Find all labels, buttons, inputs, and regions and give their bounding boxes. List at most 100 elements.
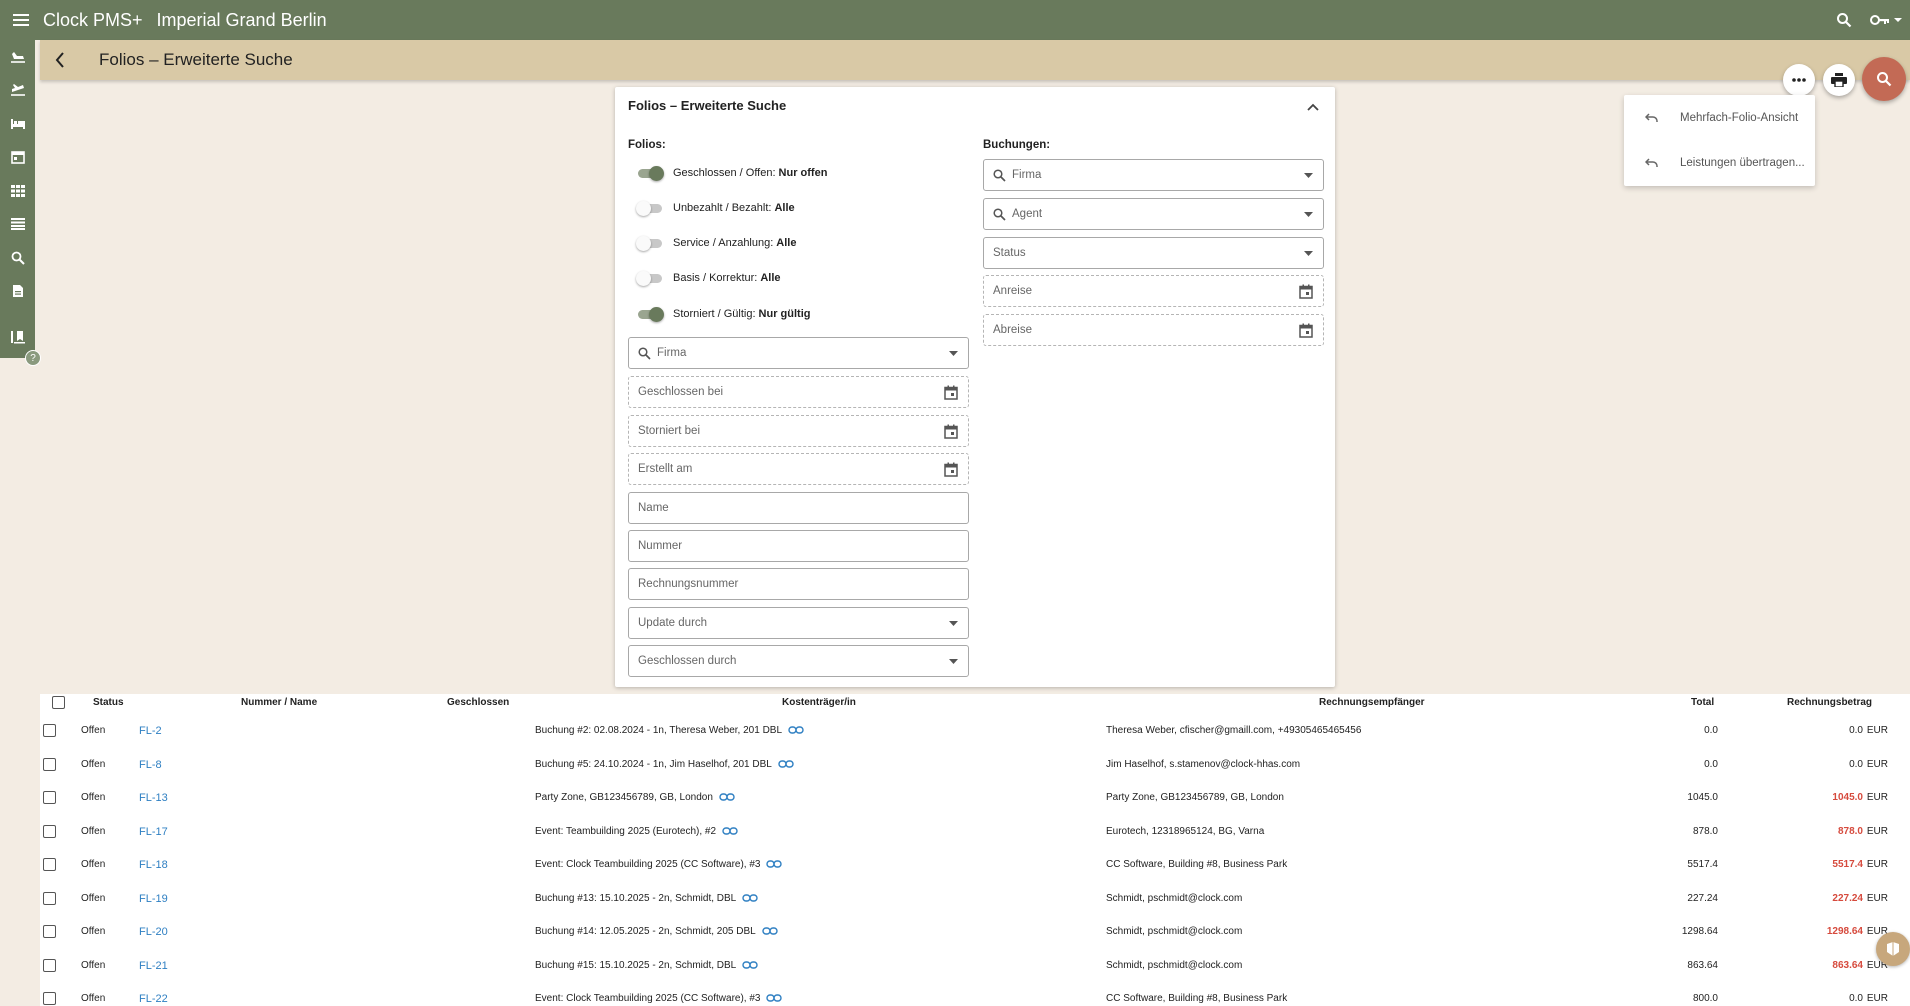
row-checkbox[interactable]: [43, 958, 56, 972]
column-header-number-name[interactable]: Nummer / Name: [241, 697, 317, 708]
toggle-switch[interactable]: [636, 236, 664, 251]
search-icon[interactable]: [0, 241, 35, 275]
cancelled-at-date-field[interactable]: Storniert bei: [628, 415, 969, 447]
folio-number-link[interactable]: FL-19: [139, 893, 168, 905]
row-status: Offen: [81, 758, 106, 770]
folio-number-link[interactable]: FL-13: [139, 792, 168, 804]
select-all-checkbox[interactable]: [52, 696, 65, 709]
row-checkbox[interactable]: [43, 925, 56, 938]
toggle-unpaid-paid[interactable]: Unbezahlt / Bezahlt: Alle: [636, 198, 795, 218]
toggle-switch[interactable]: [636, 271, 664, 286]
row-checkbox[interactable]: [43, 858, 56, 871]
updated-by-select[interactable]: Update durch: [628, 607, 969, 639]
invoice-number-field[interactable]: Rechnungsnummer: [628, 568, 969, 600]
link-icon[interactable]: [742, 961, 758, 969]
help-icon[interactable]: ?: [25, 350, 41, 366]
table-row[interactable]: Offen FL-22 Event: Clock Teambuilding 2025…: [40, 982, 1910, 1006]
departure-date-field[interactable]: Abreise: [983, 314, 1324, 346]
link-icon[interactable]: [722, 827, 738, 835]
link-icon[interactable]: [762, 927, 778, 936]
column-header-closed[interactable]: Geschlossen: [447, 697, 509, 708]
key-menu-icon[interactable]: [1862, 0, 1910, 40]
folio-number-link[interactable]: FL-2: [139, 725, 162, 737]
search-fab-button[interactable]: [1862, 57, 1906, 101]
rooms-icon[interactable]: [0, 107, 35, 141]
table-row[interactable]: Offen FL-17 Event: Teambuilding 2025 (Euro…: [40, 815, 1910, 849]
toggle-base-correction[interactable]: Basis / Korrektur: Alle: [636, 268, 781, 288]
calendar-icon[interactable]: [944, 462, 958, 477]
more-options-button[interactable]: [1783, 64, 1815, 96]
column-header-payer[interactable]: Kostenträger/in: [782, 697, 856, 708]
folio-number-link[interactable]: FL-18: [139, 859, 168, 871]
toggle-cancelled-valid[interactable]: Storniert / Gültig: Nur gültig: [636, 304, 810, 324]
row-checkbox[interactable]: [43, 791, 56, 804]
calendar-icon[interactable]: [944, 385, 958, 400]
table-row[interactable]: Offen FL-13 Party Zone, GB123456789, GB, L…: [40, 781, 1910, 815]
menu-item-transfer-services[interactable]: Leistungen übertragen...: [1624, 140, 1815, 185]
table-row[interactable]: Offen FL-20 Buchung #14: 12.05.2025 - 2n, …: [40, 915, 1910, 949]
row-checkbox[interactable]: [43, 724, 56, 737]
departures-icon[interactable]: [0, 74, 35, 108]
calendar-icon[interactable]: [0, 141, 35, 175]
total-cell: 0.0: [1704, 725, 1718, 736]
table-row[interactable]: Offen FL-18 Event: Clock Teambuilding 2025…: [40, 848, 1910, 882]
booking-status-select[interactable]: Status: [983, 237, 1324, 269]
link-icon[interactable]: [766, 994, 783, 1003]
column-header-total[interactable]: Total: [1691, 697, 1714, 708]
number-field[interactable]: Nummer: [628, 530, 969, 562]
table-row[interactable]: Offen FL-8 Buchung #5: 24.10.2024 - 1n, Ji…: [40, 748, 1910, 782]
link-icon[interactable]: [719, 793, 735, 802]
folio-company-select[interactable]: Firma: [628, 337, 969, 369]
link-icon[interactable]: [766, 860, 783, 869]
toggle-closed-open[interactable]: Geschlossen / Offen: Nur offen: [636, 163, 827, 183]
folio-number-link[interactable]: FL-8: [139, 759, 162, 771]
search-icon: [638, 346, 651, 360]
name-field[interactable]: Name: [628, 492, 969, 524]
closed-by-select[interactable]: Geschlossen durch: [628, 645, 969, 677]
closed-at-date-field[interactable]: Geschlossen bei: [628, 376, 969, 408]
hotel-name[interactable]: Imperial Grand Berlin: [157, 10, 327, 31]
folio-number-link[interactable]: FL-17: [139, 826, 168, 838]
table-icon[interactable]: [0, 208, 35, 242]
menu-item-multi-folio-view[interactable]: Mehrfach-Folio-Ansicht: [1624, 95, 1815, 140]
row-checkbox[interactable]: [43, 992, 56, 1005]
calendar-icon[interactable]: [1299, 323, 1313, 338]
table-row[interactable]: Offen FL-21 Buchung #15: 15.10.2025 - 2n, …: [40, 949, 1910, 983]
grid-icon[interactable]: [0, 174, 35, 208]
calendar-icon[interactable]: [944, 424, 958, 439]
row-checkbox[interactable]: [43, 757, 56, 771]
calendar-icon[interactable]: [1299, 284, 1313, 299]
column-header-status[interactable]: Status: [93, 697, 124, 708]
toggle-service-deposit[interactable]: Service / Anzahlung: Alle: [636, 233, 796, 253]
created-on-date-field[interactable]: Erstellt am: [628, 453, 969, 485]
link-icon[interactable]: [788, 726, 804, 735]
column-header-recipient[interactable]: Rechnungsempfänger: [1319, 697, 1425, 708]
folio-number-link[interactable]: FL-22: [139, 993, 168, 1005]
back-arrow-icon[interactable]: [40, 40, 80, 80]
arrivals-icon[interactable]: [0, 40, 35, 74]
search-icon[interactable]: [1826, 0, 1862, 40]
folio-number-link[interactable]: FL-20: [139, 926, 168, 938]
toggle-switch[interactable]: [636, 307, 664, 322]
dropdown-arrow-icon: [1304, 173, 1313, 178]
table-row[interactable]: Offen FL-19 Buchung #13: 15.10.2025 - 2n, …: [40, 882, 1910, 916]
payer-text: Buchung #2: 02.08.2024 - 1n, Theresa Web…: [535, 725, 783, 736]
column-header-invoice-amount[interactable]: Rechnungsbetrag: [1787, 697, 1872, 708]
chevron-up-icon[interactable]: [1303, 97, 1323, 117]
books-icon[interactable]: [0, 320, 35, 354]
booking-company-select[interactable]: Firma: [983, 159, 1324, 191]
row-checkbox[interactable]: [43, 824, 56, 838]
hamburger-menu-icon[interactable]: [3, 0, 39, 40]
print-button[interactable]: [1823, 64, 1855, 96]
document-icon[interactable]: [0, 275, 35, 309]
arrival-date-field[interactable]: Anreise: [983, 275, 1324, 307]
folio-number-link[interactable]: FL-21: [139, 960, 168, 972]
link-icon[interactable]: [742, 894, 758, 902]
toggle-switch[interactable]: [636, 201, 664, 216]
row-checkbox[interactable]: [43, 891, 56, 905]
toggle-switch[interactable]: [636, 166, 664, 181]
booking-agent-select[interactable]: Agent: [983, 198, 1324, 230]
table-row[interactable]: Offen FL-2 Buchung #2: 02.08.2024 - 1n, Th…: [40, 714, 1910, 748]
link-icon[interactable]: [778, 760, 794, 768]
chat-support-button[interactable]: [1876, 932, 1910, 966]
